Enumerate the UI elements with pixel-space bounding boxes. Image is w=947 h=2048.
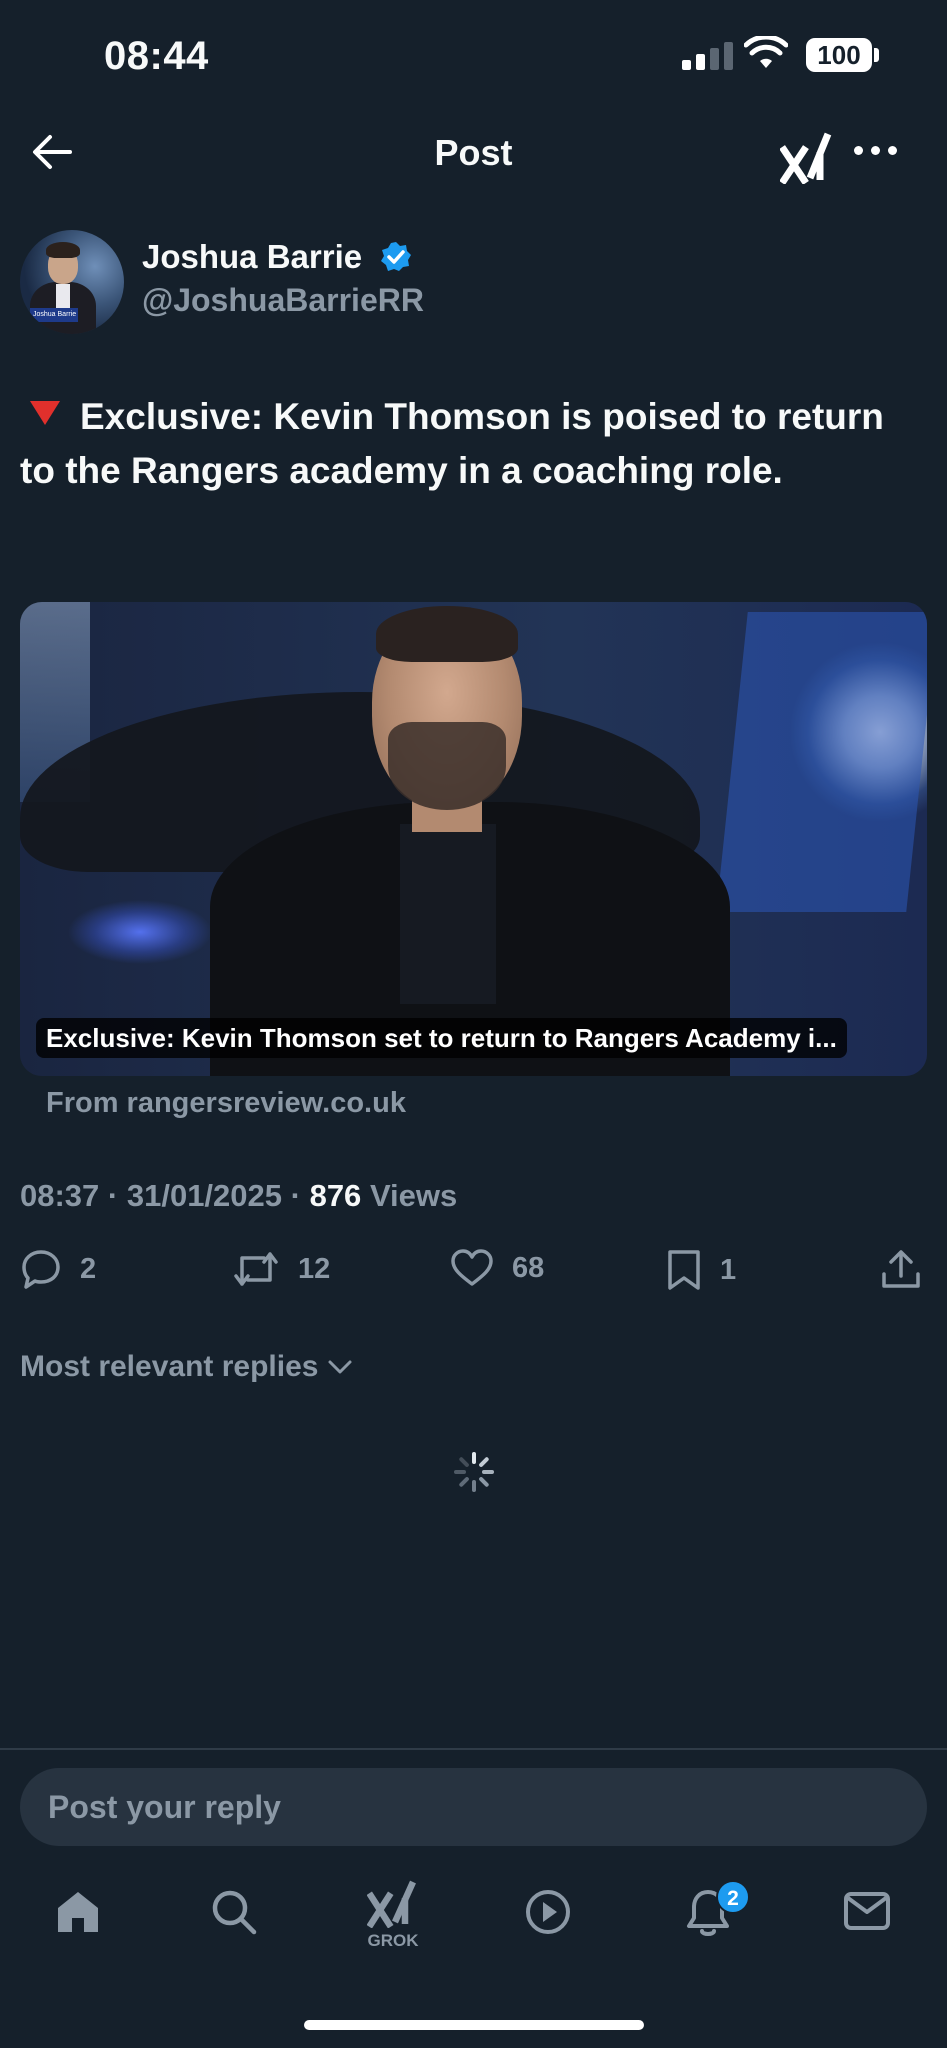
battery-tip: [874, 48, 879, 62]
views-label: Views: [369, 1178, 458, 1213]
like-icon: [451, 1249, 493, 1286]
status-time: 08:44: [104, 34, 209, 78]
divider: [0, 1748, 947, 1750]
wifi-icon: [744, 36, 788, 68]
reply-input[interactable]: [20, 1768, 927, 1846]
repost-icon: [234, 1252, 278, 1286]
notifications-badge: 2: [716, 1880, 750, 1914]
red-triangle-icon: [30, 401, 60, 425]
views-count[interactable]: 876: [310, 1178, 362, 1213]
more-icon[interactable]: [854, 146, 897, 155]
reply-count: 2: [80, 1252, 97, 1285]
loading-spinner-icon: [454, 1452, 494, 1492]
verified-icon: [381, 242, 411, 271]
avatar-tag: Joshua Barrie: [30, 308, 78, 322]
post-date: 31/01/2025: [126, 1178, 283, 1213]
bookmark-icon: [668, 1250, 700, 1290]
home-indicator: [304, 2020, 644, 2030]
home-icon[interactable]: [54, 1888, 102, 1936]
chevron-down-icon: [328, 1360, 352, 1374]
avatar[interactable]: Joshua Barrie: [20, 230, 124, 334]
reply-button[interactable]: 2: [20, 1248, 96, 1290]
post-meta: 08:37 · 31/01/2025 · 876 Views: [20, 1178, 458, 1213]
replies-sort-label: Most relevant replies: [20, 1350, 319, 1383]
share-icon: [882, 1250, 920, 1288]
play-icon[interactable]: [524, 1888, 572, 1936]
search-icon[interactable]: [210, 1888, 258, 1936]
mail-icon[interactable]: [842, 1888, 892, 1934]
like-button[interactable]: 68: [450, 1248, 544, 1288]
post-time: 08:37: [20, 1178, 100, 1213]
cellular-signal-icon: [682, 42, 733, 70]
link-card-caption: Exclusive: Kevin Thomson set to return t…: [36, 1018, 847, 1058]
replies-sort-dropdown[interactable]: Most relevant replies: [20, 1350, 354, 1384]
repost-button[interactable]: 12: [232, 1248, 330, 1290]
grok-label: GROK: [367, 1931, 419, 1950]
author-handle[interactable]: @JoshuaBarrieRR: [142, 282, 424, 319]
bookmark-button[interactable]: 1: [666, 1248, 736, 1292]
reply-icon: [22, 1250, 60, 1289]
share-button[interactable]: [880, 1248, 922, 1290]
link-card-source[interactable]: From rangersreview.co.uk: [46, 1087, 406, 1120]
tab-grok[interactable]: GROK: [362, 1880, 424, 1951]
battery-indicator: 100: [806, 38, 872, 72]
post-text-body: Exclusive: Kevin Thomson is poised to re…: [20, 396, 884, 491]
grok-tab-icon: [366, 1880, 416, 1929]
repost-count: 12: [298, 1252, 331, 1285]
author-name[interactable]: Joshua Barrie: [142, 238, 362, 276]
like-count: 68: [512, 1251, 545, 1284]
post-text: Exclusive: Kevin Thomson is poised to re…: [20, 390, 920, 498]
link-card[interactable]: Exclusive: Kevin Thomson set to return t…: [20, 602, 927, 1076]
bookmark-count: 1: [720, 1253, 737, 1286]
grok-icon[interactable]: [780, 130, 832, 184]
